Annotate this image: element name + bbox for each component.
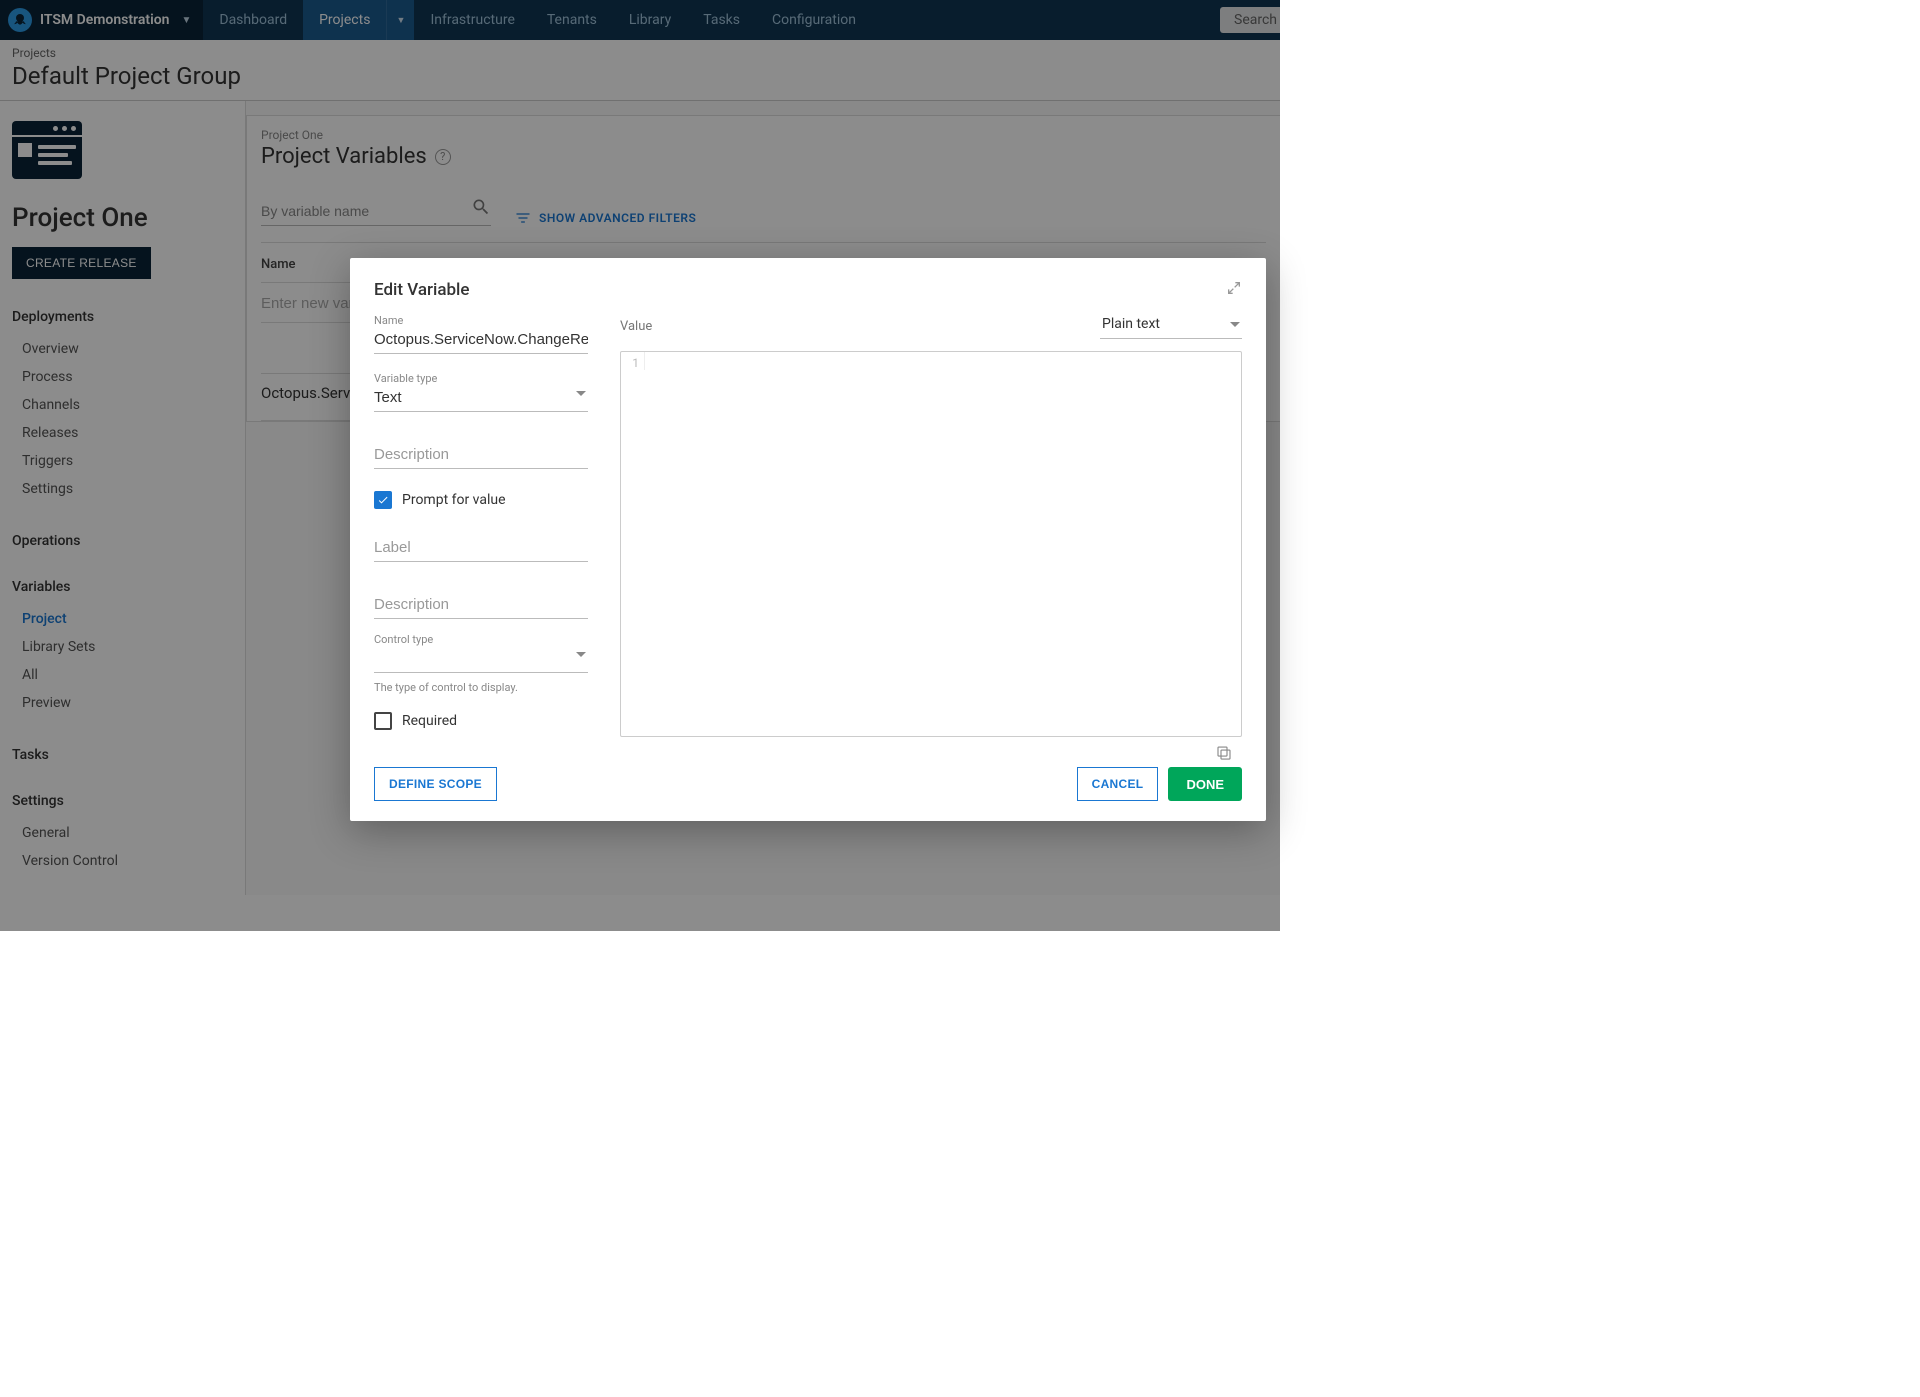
control-type-select[interactable]	[374, 646, 588, 673]
prompt-label: Prompt for value	[402, 492, 506, 508]
value-type-select[interactable]: Plain text	[1100, 314, 1242, 339]
required-label: Required	[402, 713, 457, 729]
type-select[interactable]	[374, 385, 588, 412]
expand-icon	[1226, 280, 1242, 296]
value-editor[interactable]: 1	[620, 351, 1242, 737]
control-type-label: Control type	[374, 633, 588, 646]
caret-down-icon	[1230, 322, 1240, 327]
caret-down-icon	[576, 391, 586, 396]
modal-title: Edit Variable	[374, 280, 470, 300]
cancel-button[interactable]: CANCEL	[1077, 767, 1159, 801]
required-checkbox[interactable]: Required	[374, 712, 588, 730]
control-type-value[interactable]	[374, 646, 588, 673]
description2-input[interactable]	[374, 592, 588, 619]
checkbox-checked-icon	[374, 491, 392, 509]
modal-right-column: Value Plain text 1	[620, 314, 1242, 737]
copy-button[interactable]	[1215, 744, 1233, 762]
control-type-hint: The type of control to display.	[374, 681, 588, 694]
name-input[interactable]	[374, 327, 588, 354]
caret-down-icon	[576, 652, 586, 657]
expand-modal-button[interactable]	[1226, 280, 1242, 300]
description-input[interactable]	[374, 442, 588, 469]
type-value[interactable]	[374, 385, 588, 412]
copy-icon	[1215, 744, 1233, 762]
checkbox-unchecked-icon	[374, 712, 392, 730]
modal-left-column: Name Variable type Prompt for value Cont…	[374, 314, 588, 737]
name-label: Name	[374, 314, 588, 327]
edit-variable-modal: Edit Variable Name Variable type Prompt …	[350, 258, 1266, 821]
value-label: Value	[620, 319, 652, 334]
done-button[interactable]: DONE	[1168, 767, 1242, 801]
line-number: 1	[621, 352, 645, 370]
define-scope-button[interactable]: DEFINE SCOPE	[374, 767, 497, 801]
value-type-text: Plain text	[1102, 316, 1160, 332]
type-label: Variable type	[374, 372, 588, 385]
label-input[interactable]	[374, 535, 588, 562]
prompt-for-value-checkbox[interactable]: Prompt for value	[374, 491, 588, 509]
